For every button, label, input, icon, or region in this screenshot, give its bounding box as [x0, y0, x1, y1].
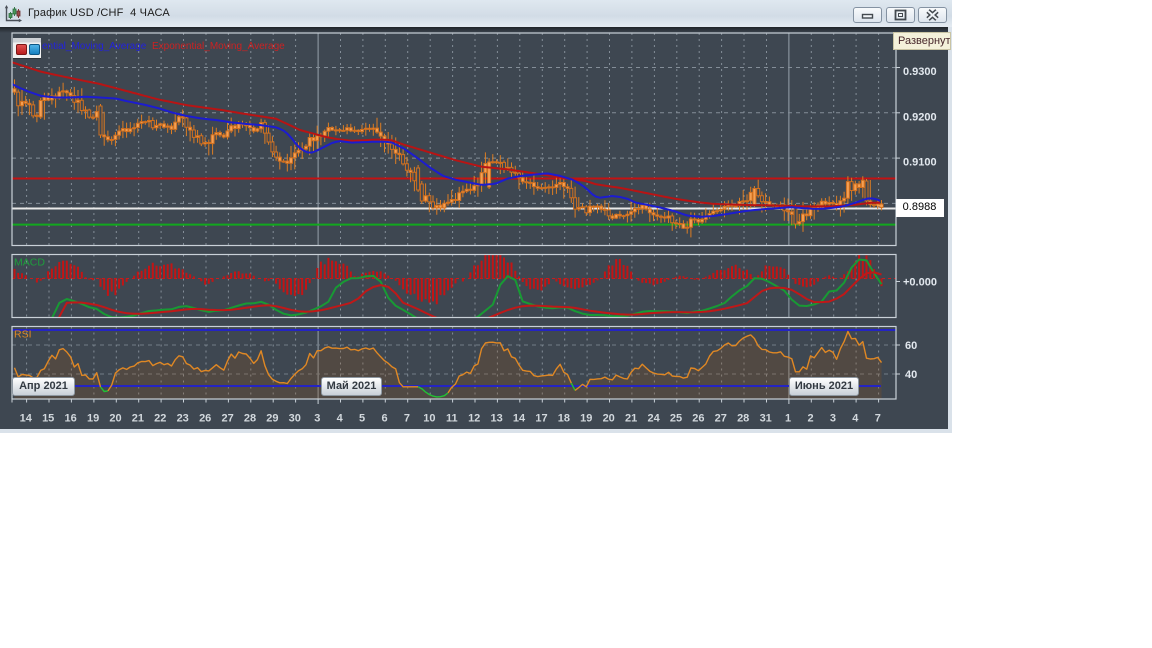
svg-text:29: 29 — [266, 413, 278, 425]
svg-text:5: 5 — [359, 413, 365, 425]
svg-text:31: 31 — [760, 413, 772, 425]
svg-text:13: 13 — [490, 413, 502, 425]
svg-text:28: 28 — [737, 413, 749, 425]
svg-text:7: 7 — [875, 413, 881, 425]
svg-text:3: 3 — [830, 413, 836, 425]
svg-text:21: 21 — [625, 413, 637, 425]
svg-text:0.9300: 0.9300 — [903, 66, 937, 78]
svg-text:12: 12 — [468, 413, 480, 425]
svg-text:RSI: RSI — [14, 329, 32, 341]
svg-text:26: 26 — [692, 413, 704, 425]
svg-text:4: 4 — [337, 413, 344, 425]
svg-text:20: 20 — [603, 413, 615, 425]
svg-text:17: 17 — [535, 413, 547, 425]
svg-text:2: 2 — [807, 413, 813, 425]
svg-text:25: 25 — [670, 413, 682, 425]
svg-text:3: 3 — [314, 413, 320, 425]
svg-text:+0.000: +0.000 — [903, 277, 937, 289]
svg-text:19: 19 — [87, 413, 99, 425]
svg-text:20: 20 — [109, 413, 121, 425]
svg-text:1: 1 — [785, 413, 791, 425]
svg-text:30: 30 — [289, 413, 301, 425]
svg-text:7: 7 — [404, 413, 410, 425]
svg-text:15: 15 — [42, 413, 54, 425]
svg-text:ential_Moving_Average: ential_Moving_Average — [42, 41, 147, 52]
svg-text:27: 27 — [221, 413, 233, 425]
svg-text:26: 26 — [199, 413, 211, 425]
svg-text:10: 10 — [423, 413, 435, 425]
svg-text:16: 16 — [64, 413, 76, 425]
svg-text:19: 19 — [580, 413, 592, 425]
svg-text:6: 6 — [381, 413, 387, 425]
svg-text:0.9100: 0.9100 — [903, 157, 937, 169]
svg-text:22: 22 — [154, 413, 166, 425]
svg-text:28: 28 — [244, 413, 256, 425]
svg-text:24: 24 — [647, 413, 660, 425]
svg-text:Exponential_Moving_Average: Exponential_Moving_Average — [152, 41, 285, 52]
svg-text:60: 60 — [905, 340, 917, 352]
svg-text:40: 40 — [905, 369, 917, 381]
svg-text:27: 27 — [715, 413, 727, 425]
svg-text:11: 11 — [446, 413, 458, 425]
svg-text:4: 4 — [852, 413, 859, 425]
svg-text:14: 14 — [20, 413, 33, 425]
svg-text:14: 14 — [513, 413, 526, 425]
svg-text:MACD: MACD — [14, 257, 45, 269]
svg-text:23: 23 — [177, 413, 189, 425]
svg-text:0.9200: 0.9200 — [903, 111, 937, 123]
svg-text:21: 21 — [132, 413, 144, 425]
svg-text:18: 18 — [558, 413, 570, 425]
